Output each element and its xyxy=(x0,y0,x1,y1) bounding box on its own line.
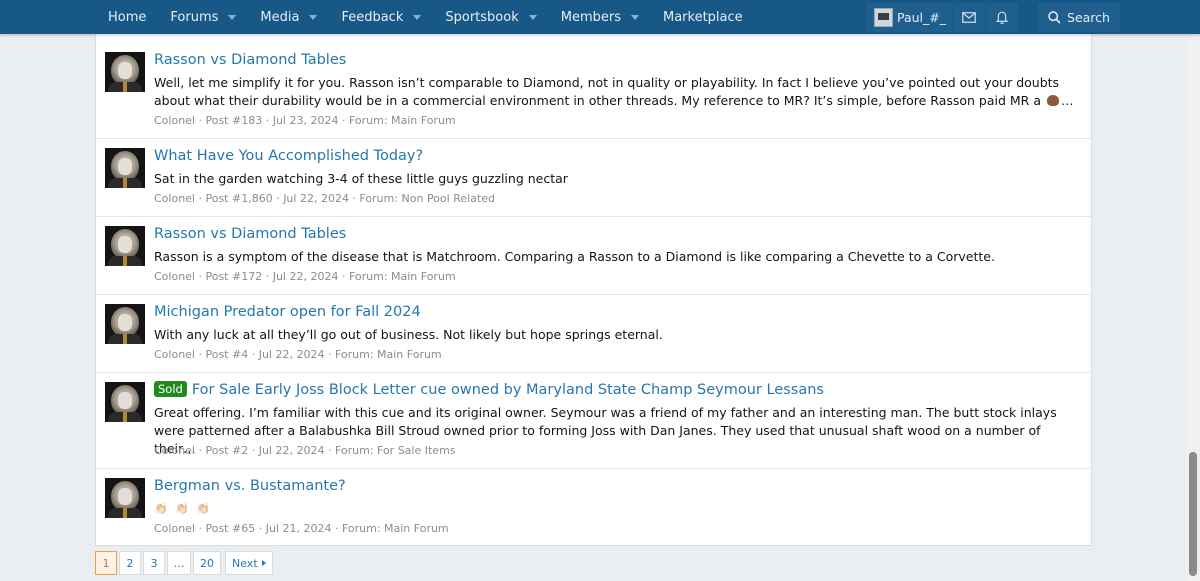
chevron-down-icon[interactable] xyxy=(413,14,422,20)
account-menu[interactable]: Paul_#_ xyxy=(866,3,953,32)
nav-tabs: Home Forums Media Feedback Sportsbook Me… xyxy=(96,0,755,34)
result-snippet: Rasson is a symptom of the disease that … xyxy=(154,249,995,264)
chevron-down-icon[interactable] xyxy=(309,14,318,20)
list-item: Michigan Predator open for Fall 2024 Wit… xyxy=(96,294,1091,373)
avatar[interactable] xyxy=(105,304,145,344)
result-snippet: 👏🏻 👏🏻 👏🏻 xyxy=(154,502,213,515)
result-meta: Colonel · Post #1,860 · Jul 22, 2024 · F… xyxy=(154,192,495,205)
nav-tab-label: Sportsbook xyxy=(445,9,519,25)
result-title[interactable]: What Have You Accomplished Today? xyxy=(154,148,423,164)
avatar[interactable] xyxy=(105,148,145,188)
result-snippet: Sat in the garden watching 3-4 of these … xyxy=(154,171,568,186)
result-meta: Colonel · Post #2 · Jul 22, 2024 · Forum… xyxy=(154,444,456,457)
account-username: Paul_#_ xyxy=(897,10,947,25)
pagination: 1 2 3 … 20 Next xyxy=(95,551,275,575)
nav-tab-sportsbook[interactable]: Sportsbook xyxy=(433,0,548,34)
list-item: Rasson vs Diamond Tables Rasson is a sym… xyxy=(96,216,1091,295)
sold-badge: Sold xyxy=(154,381,187,397)
chevron-down-icon[interactable] xyxy=(630,14,639,20)
result-title[interactable]: Michigan Predator open for Fall 2024 xyxy=(154,304,421,320)
nav-tab-feedback[interactable]: Feedback xyxy=(329,0,433,34)
page-scrollbar-thumb[interactable] xyxy=(1189,452,1197,576)
alerts-button[interactable] xyxy=(986,3,1019,32)
search-button[interactable]: Search xyxy=(1038,3,1120,32)
account-bar: Paul_#_ Search xyxy=(866,3,1120,32)
result-meta: Colonel · Post #65 · Jul 21, 2024 · Foru… xyxy=(154,522,449,535)
avatar[interactable] xyxy=(105,382,145,422)
chevron-down-icon[interactable] xyxy=(228,14,237,20)
top-navigation-bar: Home Forums Media Feedback Sportsbook Me… xyxy=(0,0,1200,34)
result-meta: Colonel · Post #172 · Jul 22, 2024 · For… xyxy=(154,270,456,283)
nav-tab-media[interactable]: Media xyxy=(248,0,329,34)
result-title: Sold For Sale Early Joss Block Letter cue… xyxy=(154,381,824,398)
nav-tab-label: Media xyxy=(260,9,300,25)
result-title[interactable]: Bergman vs. Bustamante? xyxy=(154,478,346,494)
nav-tab-label: Marketplace xyxy=(662,9,743,25)
nav-tab-marketplace[interactable]: Marketplace xyxy=(651,0,755,34)
inbox-button[interactable] xyxy=(953,3,986,32)
page-link-20[interactable]: 20 xyxy=(193,551,221,575)
page-link-1[interactable]: 1 xyxy=(95,551,117,575)
result-title[interactable]: Rasson vs Diamond Tables xyxy=(154,226,346,242)
account-avatar xyxy=(874,8,893,27)
list-item: Rasson vs Diamond Tables Well, let me si… xyxy=(96,42,1091,139)
list-item: Bergman vs. Bustamante? 👏🏻 👏🏻 👏🏻 Colonel… xyxy=(96,468,1091,545)
chevron-down-icon[interactable] xyxy=(528,14,537,20)
avatar[interactable] xyxy=(105,478,145,518)
avatar[interactable] xyxy=(105,52,145,92)
result-title-link[interactable]: For Sale Early Joss Block Letter cue own… xyxy=(192,382,824,398)
next-page-label: Next xyxy=(232,556,258,570)
result-snippet: With any luck at all they’ll go out of b… xyxy=(154,327,663,342)
next-page-button[interactable]: Next xyxy=(225,551,273,575)
nav-tab-label: Forums xyxy=(170,9,219,25)
list-item: What Have You Accomplished Today? Sat in… xyxy=(96,138,1091,217)
search-results-list: Rasson vs Diamond Tables Well, let me si… xyxy=(95,30,1092,546)
result-snippet: Well, let me simplify it for you. Rasson… xyxy=(154,75,1074,108)
list-item: Sold For Sale Early Joss Block Letter cue… xyxy=(96,372,1091,469)
poop-emoji-icon xyxy=(1046,95,1059,106)
search-icon xyxy=(1048,11,1061,24)
nav-tab-members[interactable]: Members xyxy=(549,0,651,34)
page-link-3[interactable]: 3 xyxy=(143,551,165,575)
mail-icon xyxy=(962,12,976,23)
avatar[interactable] xyxy=(105,226,145,266)
nav-tab-label: Members xyxy=(560,9,621,25)
nav-tab-label: Home xyxy=(108,9,147,25)
bell-icon xyxy=(996,11,1009,24)
nav-tab-home[interactable]: Home xyxy=(96,0,158,34)
result-title[interactable]: Rasson vs Diamond Tables xyxy=(154,52,346,68)
nav-tab-label: Feedback xyxy=(341,9,404,25)
result-meta: Colonel · Post #4 · Jul 22, 2024 · Forum… xyxy=(154,348,442,361)
search-button-label: Search xyxy=(1067,10,1110,25)
page-jump-ellipsis[interactable]: … xyxy=(167,551,191,575)
caret-right-icon xyxy=(261,560,266,566)
nav-tab-forums[interactable]: Forums xyxy=(158,0,248,34)
page-link-2[interactable]: 2 xyxy=(119,551,141,575)
result-meta: Colonel · Post #183 · Jul 23, 2024 · For… xyxy=(154,114,456,127)
